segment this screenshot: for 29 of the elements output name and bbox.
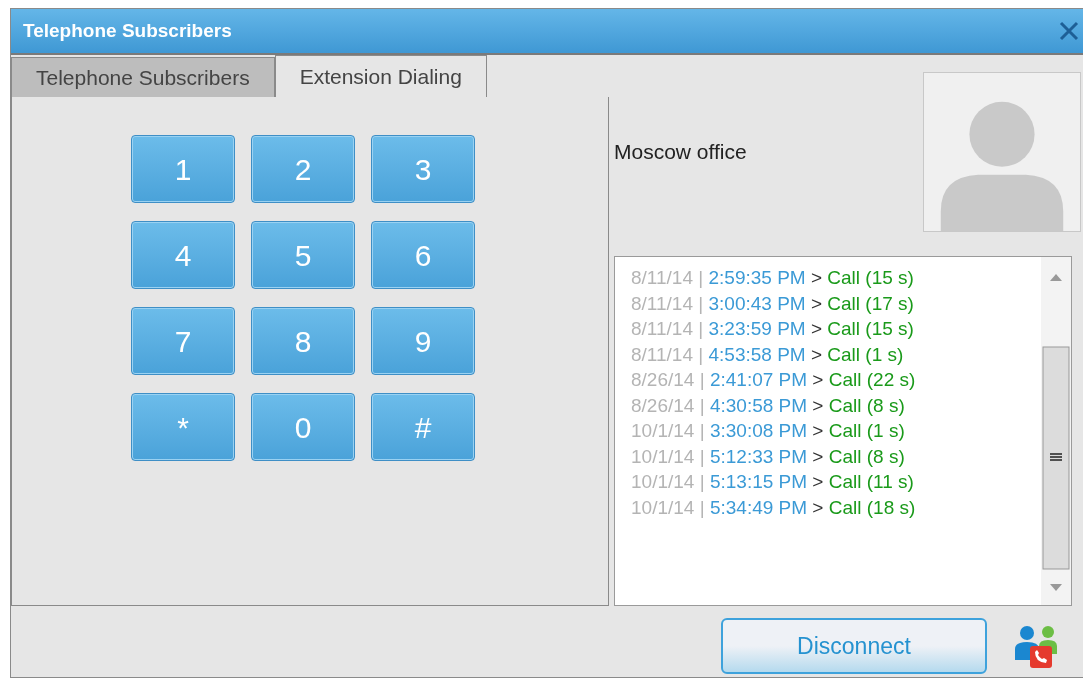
keypad-button[interactable]: 9 [371,307,475,375]
keypad-button[interactable]: # [371,393,475,461]
keypad-button[interactable]: 4 [131,221,235,289]
log-entry: 10/1/14 | 5:34:49 PM > Call (18 s) [631,495,917,520]
log-entry: 8/26/14 | 4:30:58 PM > Call (8 s) [631,393,906,418]
keypad-button[interactable]: 3 [371,135,475,203]
log-entry: 8/11/14 | 2:59:35 PM > Call (15 s) [631,266,915,290]
log-entry: 8/11/14 | 4:53:58 PM > Call (1 s) [631,342,905,367]
keypad-button[interactable]: 0 [251,393,355,461]
window-title: Telephone Subscribers [23,18,232,43]
keypad-button[interactable]: * [131,393,235,461]
keypad-button[interactable]: 6 [371,221,475,289]
log-entry: 10/1/14 | 3:30:08 PM > Call (1 s) [631,419,906,443]
log-entry: 8/11/14 | 3:00:43 PM > Call (17 s) [631,291,915,316]
keypad-button[interactable]: 1 [131,135,235,203]
tab[interactable]: Telephone Subscribers [11,57,275,97]
log-entry: 8/11/14 | 3:23:59 PM > Call (15 s) [631,317,915,341]
keypad-button[interactable]: 2 [251,135,355,203]
keypad-button[interactable]: 5 [251,221,355,289]
log-entry: 8/26/14 | 2:41:07 PM > Call (22 s) [631,368,917,392]
log-entry: 10/1/14 | 5:13:15 PM > Call (11 s) [631,470,915,494]
tab[interactable]: Extension Dialing [274,55,487,97]
keypad-button[interactable]: 7 [131,307,235,375]
close-icon[interactable] [1059,21,1079,41]
disconnect-button[interactable]: Disconnect [721,618,987,674]
keypad-button[interactable]: 8 [251,307,355,375]
log-entry: 10/1/14 | 5:12:33 PM > Call (8 s) [631,444,906,469]
contact-name: Moscow office [614,139,747,165]
scrollbar[interactable] [1041,257,1071,605]
